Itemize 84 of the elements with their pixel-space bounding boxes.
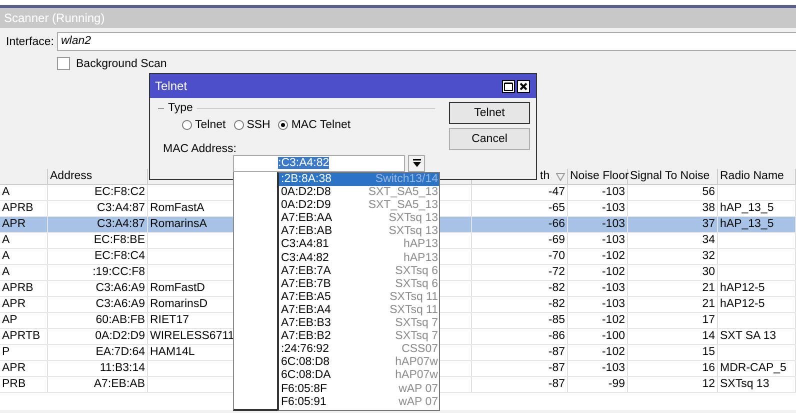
- table-cell: -102: [602, 266, 625, 278]
- table-cell: RomFastD: [150, 282, 205, 294]
- table-cell: EA:7D:64: [96, 346, 145, 358]
- table-cell: C3:A4:87: [97, 218, 145, 230]
- table-cell: -103: [602, 202, 625, 214]
- type-group-label: Type: [168, 102, 193, 114]
- table-cell: MDR-CAP_5: [720, 362, 786, 374]
- table-cell: 32: [702, 250, 715, 262]
- table-cell: -103: [602, 298, 625, 310]
- table-cell: APR: [2, 218, 26, 230]
- table-cell: -82: [548, 298, 565, 310]
- table-cell: hAP12-5: [720, 298, 765, 310]
- table-cell: hAP12-5: [720, 282, 765, 294]
- table-cell: A: [2, 186, 10, 198]
- table-cell: APRB: [2, 202, 34, 214]
- table-cell: hAP_13_5: [720, 218, 774, 230]
- table-cell: P: [2, 346, 10, 358]
- table-cell: C3:A6:A9: [96, 282, 145, 294]
- table-cell: 14: [702, 330, 715, 342]
- table-cell: -103: [602, 282, 625, 294]
- table-cell: -47: [548, 186, 565, 198]
- table-cell: A7:EB:AB: [94, 378, 145, 390]
- table-cell: -103: [602, 234, 625, 246]
- table-cell: 17: [702, 314, 715, 326]
- table-cell: 11:B3:14: [100, 362, 145, 374]
- table-cell: 21: [702, 298, 715, 310]
- table-cell: SXTsq 13: [720, 378, 770, 390]
- table-cell: 15: [702, 346, 715, 358]
- table-cell: -99: [608, 378, 625, 390]
- table-cell: -70: [548, 250, 565, 262]
- table-cell: APR: [2, 362, 26, 374]
- table-cell: RomarinsA: [150, 218, 207, 230]
- table-cell: RomarinsD: [150, 298, 208, 310]
- table-cell: -100: [602, 330, 625, 342]
- table-cell: -66: [548, 218, 565, 230]
- table-cell: C3:A6:A9: [96, 298, 145, 310]
- table-cell: 56: [702, 186, 715, 198]
- table-cell: -102: [602, 346, 625, 358]
- table-cell: 16: [702, 362, 715, 374]
- table-cell: EC:F8:BE: [94, 234, 145, 246]
- table-cell: EC:F8:C2: [94, 186, 145, 198]
- table-cell: APRB: [2, 282, 34, 294]
- table-cell: -103: [602, 362, 625, 374]
- table-cell: AP: [2, 314, 18, 326]
- table-cell: -103: [602, 218, 625, 230]
- table-cell: WIRELESS6711: [150, 330, 234, 342]
- table-cell: A: [2, 250, 10, 262]
- table-cell: -65: [548, 202, 565, 214]
- table-cell: 0A:D2:D9: [95, 330, 145, 342]
- table-cell: 38: [702, 202, 715, 214]
- table-cell: 12: [702, 378, 715, 390]
- table-cell: 37: [702, 218, 715, 230]
- interface-label: Interface:: [6, 36, 54, 48]
- table-cell: -87: [548, 378, 565, 390]
- table-cell: -87: [548, 362, 565, 374]
- table-cell: -82: [548, 282, 565, 294]
- dialog-title: Telnet: [155, 79, 188, 93]
- table-cell: 34: [702, 234, 715, 246]
- table-cell: -86: [548, 330, 565, 342]
- table-cell: -87: [548, 346, 565, 358]
- table-cell: RomFastA: [150, 202, 204, 214]
- table-cell: -103: [602, 186, 625, 198]
- table-cell: HAM14L: [150, 346, 195, 358]
- table-cell: C3:A4:87: [97, 202, 145, 214]
- table-cell: APR: [2, 298, 26, 310]
- table-cell: PRB: [2, 378, 26, 390]
- table-cell: -102: [602, 314, 625, 326]
- table-cell: EC:F8:C4: [94, 250, 145, 262]
- background-scan-label: Background Scan: [76, 58, 167, 70]
- table-cell: A: [2, 234, 10, 246]
- table-cell: -102: [602, 250, 625, 262]
- table-cell: 60:AB:FB: [96, 314, 145, 326]
- table-cell: -85: [548, 314, 565, 326]
- table-cell: 21: [702, 282, 715, 294]
- table-cell: -72: [548, 266, 565, 278]
- table-cell: SXT SA 13: [720, 330, 776, 342]
- table-cell: hAP_13_5: [720, 202, 774, 214]
- table-cell: -69: [548, 234, 565, 246]
- table-cell: RIET17: [150, 314, 189, 326]
- table-cell: :19:CC:F8: [92, 266, 145, 278]
- mac-address-label: MAC Address:: [163, 143, 236, 155]
- table-cell: APRTB: [2, 330, 40, 342]
- table-cell: A: [2, 266, 10, 278]
- table-cell: 30: [702, 266, 715, 278]
